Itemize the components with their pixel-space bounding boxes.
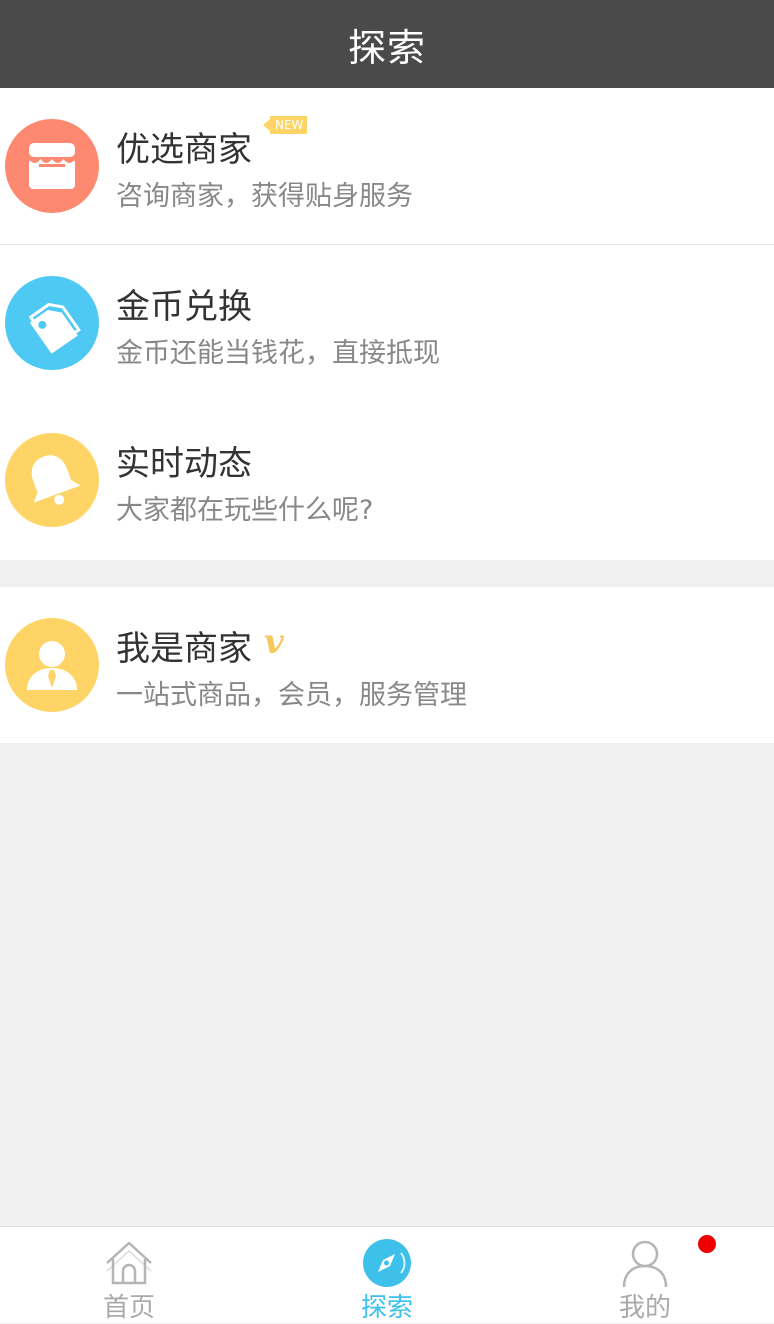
tab-explore[interactable]: 探索 [258, 1227, 516, 1324]
list-item-coin-exchange[interactable]: 金币兑换 金币还能当钱花，直接抵现 [0, 245, 774, 401]
item-title: 优选商家 [116, 130, 252, 170]
item-title: 我是商家 [116, 629, 252, 669]
page-title: 探索 [347, 25, 426, 70]
tab-label: 我的 [618, 1293, 671, 1323]
tab-label: 首页 [102, 1293, 155, 1323]
merchant-section: 我是商家 v 一站式商品，会员，服务管理 [0, 587, 774, 743]
bottom-tab-bar: 首页 探索 我的 [0, 1226, 774, 1323]
item-subtitle: 一站式商品，会员，服务管理 [116, 680, 467, 711]
bell-icon [5, 433, 99, 527]
item-title: 金币兑换 [116, 287, 252, 327]
top-navigation-bar: 探索 [0, 0, 774, 88]
notification-dot [698, 1235, 716, 1253]
new-badge: NEW [262, 116, 308, 134]
user-icon [622, 1240, 668, 1288]
tab-profile[interactable]: 我的 [516, 1227, 774, 1324]
verified-badge: v [264, 622, 284, 662]
home-icon [106, 1241, 152, 1285]
store-icon [5, 119, 99, 213]
item-subtitle: 咨询商家，获得贴身服务 [116, 181, 413, 212]
item-subtitle: 金币还能当钱花，直接抵现 [116, 338, 440, 369]
list-item-i-am-merchant[interactable]: 我是商家 v 一站式商品，会员，服务管理 [0, 587, 774, 743]
item-subtitle: 大家都在玩些什么呢? [116, 495, 374, 526]
tab-home[interactable]: 首页 [0, 1227, 258, 1324]
tab-label: 探索 [360, 1293, 413, 1323]
compass-icon [363, 1239, 411, 1287]
item-title: 实时动态 [116, 444, 252, 484]
list-item-live-feed[interactable]: 实时动态 大家都在玩些什么呢? [0, 402, 774, 558]
explore-list: 优选商家 NEW 咨询商家，获得贴身服务 金币兑换 金币还能当钱花，直接抵现 实… [0, 88, 774, 560]
merchant-icon [5, 618, 99, 712]
tag-icon [5, 276, 99, 370]
list-item-featured-merchants[interactable]: 优选商家 NEW 咨询商家，获得贴身服务 [0, 88, 774, 244]
